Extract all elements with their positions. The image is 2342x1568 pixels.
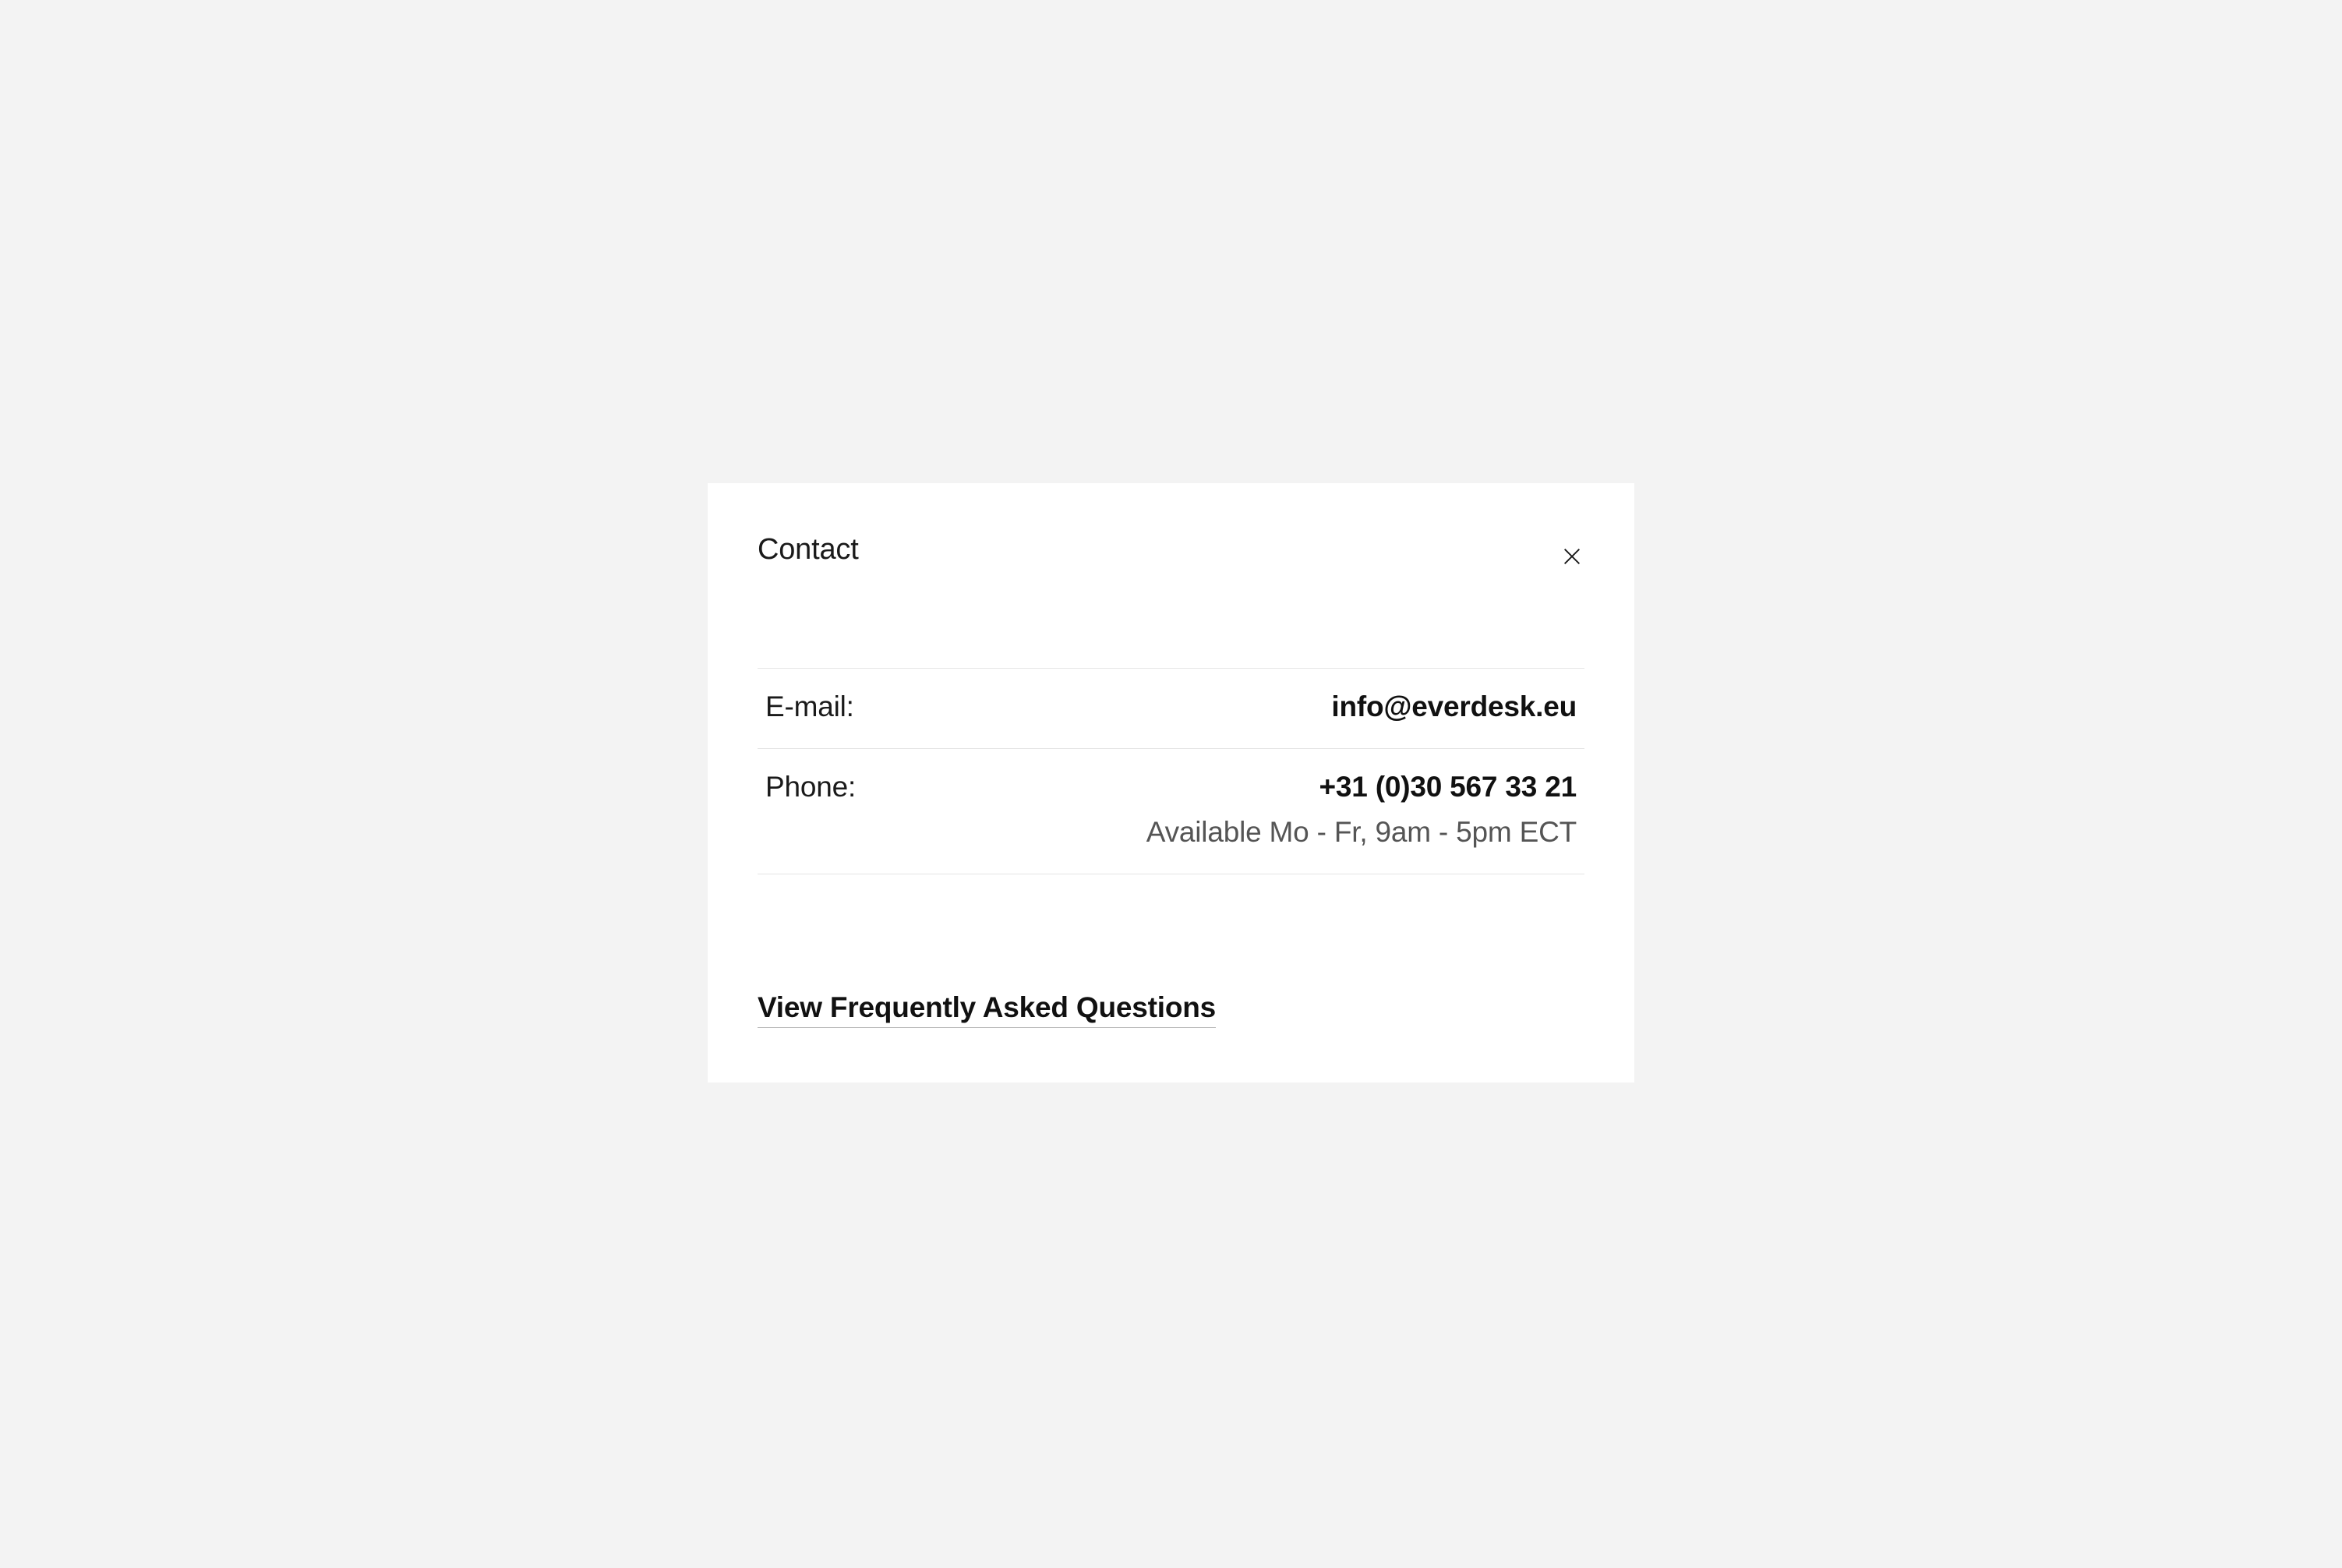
- phone-value-wrap: +31 (0)30 567 33 21 Available Mo - Fr, 9…: [1146, 771, 1577, 849]
- email-value-wrap: info@everdesk.eu: [1331, 690, 1577, 723]
- faq-link[interactable]: View Frequently Asked Questions: [758, 991, 1216, 1028]
- modal-title: Contact: [758, 533, 859, 567]
- phone-availability: Available Mo - Fr, 9am - 5pm ECT: [1146, 816, 1577, 849]
- email-value[interactable]: info@everdesk.eu: [1331, 690, 1577, 723]
- email-label: E-mail:: [765, 690, 854, 723]
- modal-header: Contact: [758, 533, 1584, 567]
- phone-value[interactable]: +31 (0)30 567 33 21: [1146, 771, 1577, 803]
- contact-modal: Contact E-mail: info@everdesk.eu Phone: …: [708, 483, 1634, 1082]
- phone-label: Phone:: [765, 771, 856, 803]
- email-row: E-mail: info@everdesk.eu: [758, 668, 1584, 748]
- phone-row: Phone: +31 (0)30 567 33 21 Available Mo …: [758, 748, 1584, 874]
- close-button[interactable]: [1556, 541, 1588, 572]
- close-icon: [1561, 546, 1583, 567]
- contact-rows: E-mail: info@everdesk.eu Phone: +31 (0)3…: [758, 668, 1584, 874]
